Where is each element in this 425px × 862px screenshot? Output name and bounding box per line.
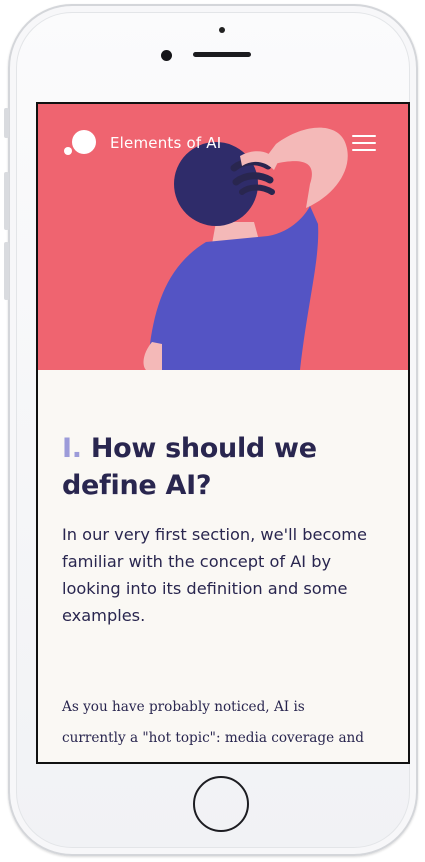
mute-switch bbox=[4, 108, 9, 138]
site-name[interactable]: Elements of AI bbox=[110, 134, 221, 152]
front-camera bbox=[161, 50, 172, 61]
hero-banner: Elements of AI bbox=[38, 104, 408, 370]
section-title: How should we define AI? bbox=[62, 433, 317, 501]
home-button[interactable] bbox=[193, 776, 249, 832]
volume-down-button bbox=[4, 242, 9, 300]
screen: Elements of AI I. How should we define A… bbox=[36, 102, 410, 764]
body-line: currently a "hot topic": media coverage … bbox=[62, 730, 365, 746]
section-heading: I. How should we define AI? bbox=[62, 430, 392, 504]
proximity-sensor bbox=[219, 27, 225, 33]
logo-icon[interactable] bbox=[62, 130, 98, 158]
section-number: I. bbox=[62, 433, 82, 464]
body-paragraph: As you have probably noticed, AI is curre… bbox=[62, 692, 392, 754]
earpiece-speaker bbox=[193, 52, 251, 57]
section-intro: In our very first section, we'll become … bbox=[62, 525, 367, 625]
volume-up-button bbox=[4, 172, 9, 230]
hamburger-menu-icon[interactable] bbox=[350, 133, 378, 153]
section-content: I. How should we define AI? In our very … bbox=[62, 430, 392, 754]
body-line: As you have probably noticed, AI is bbox=[62, 699, 305, 715]
